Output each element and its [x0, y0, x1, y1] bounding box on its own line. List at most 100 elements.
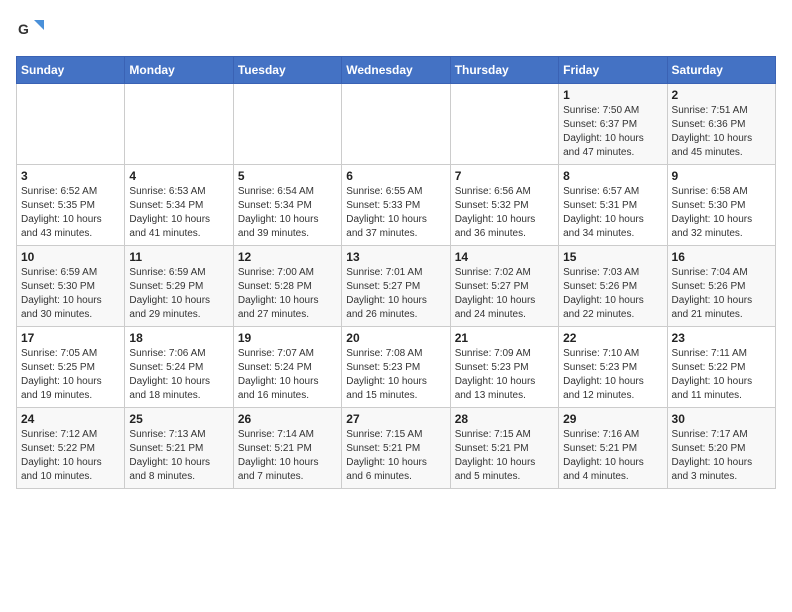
day-number: 28	[455, 412, 554, 426]
day-info: Sunrise: 7:13 AM Sunset: 5:21 PM Dayligh…	[129, 428, 228, 484]
day-info: Sunrise: 6:56 AM Sunset: 5:32 PM Dayligh…	[455, 185, 554, 241]
day-info: Sunrise: 7:06 AM Sunset: 5:24 PM Dayligh…	[129, 347, 228, 403]
day-cell: 24 Sunrise: 7:12 AM Sunset: 5:22 PM Dayli…	[17, 408, 125, 489]
day-cell: 26 Sunrise: 7:14 AM Sunset: 5:21 PM Dayli…	[233, 408, 341, 489]
day-info: Sunrise: 7:08 AM Sunset: 5:23 PM Dayligh…	[346, 347, 445, 403]
day-cell: 8 Sunrise: 6:57 AM Sunset: 5:31 PM Daylig…	[559, 165, 667, 246]
day-cell	[450, 84, 558, 165]
day-cell: 11 Sunrise: 6:59 AM Sunset: 5:29 PM Dayli…	[125, 246, 233, 327]
day-number: 16	[672, 250, 771, 264]
day-info: Sunrise: 6:53 AM Sunset: 5:34 PM Dayligh…	[129, 185, 228, 241]
logo: G	[16, 16, 48, 44]
day-number: 22	[563, 331, 662, 345]
day-info: Sunrise: 7:51 AM Sunset: 6:36 PM Dayligh…	[672, 104, 771, 160]
day-info: Sunrise: 7:02 AM Sunset: 5:27 PM Dayligh…	[455, 266, 554, 322]
day-info: Sunrise: 7:05 AM Sunset: 5:25 PM Dayligh…	[21, 347, 120, 403]
day-cell: 13 Sunrise: 7:01 AM Sunset: 5:27 PM Dayli…	[342, 246, 450, 327]
day-cell: 10 Sunrise: 6:59 AM Sunset: 5:30 PM Dayli…	[17, 246, 125, 327]
day-info: Sunrise: 6:54 AM Sunset: 5:34 PM Dayligh…	[238, 185, 337, 241]
day-info: Sunrise: 6:57 AM Sunset: 5:31 PM Dayligh…	[563, 185, 662, 241]
day-number: 12	[238, 250, 337, 264]
day-cell: 6Sunrise: 6:55 AM Sunset: 5:33 PM Daylig…	[342, 165, 450, 246]
day-number: 30	[672, 412, 771, 426]
day-info: Sunrise: 7:14 AM Sunset: 5:21 PM Dayligh…	[238, 428, 337, 484]
day-cell: 28 Sunrise: 7:15 AM Sunset: 5:21 PM Dayli…	[450, 408, 558, 489]
day-number: 10	[21, 250, 120, 264]
day-cell	[17, 84, 125, 165]
day-cell: 29 Sunrise: 7:16 AM Sunset: 5:21 PM Dayli…	[559, 408, 667, 489]
day-header-monday: Monday	[125, 57, 233, 84]
day-header-thursday: Thursday	[450, 57, 558, 84]
day-number: 2	[672, 88, 771, 102]
day-number: 26	[238, 412, 337, 426]
day-cell: 4 Sunrise: 6:53 AM Sunset: 5:34 PM Daylig…	[125, 165, 233, 246]
day-info: Sunrise: 7:12 AM Sunset: 5:22 PM Dayligh…	[21, 428, 120, 484]
day-cell: 7Sunrise: 6:56 AM Sunset: 5:32 PM Daylig…	[450, 165, 558, 246]
day-cell: 22 Sunrise: 7:10 AM Sunset: 5:23 PM Dayli…	[559, 327, 667, 408]
day-number: 15	[563, 250, 662, 264]
day-info: Sunrise: 7:15 AM Sunset: 5:21 PM Dayligh…	[346, 428, 445, 484]
week-row-5: 24 Sunrise: 7:12 AM Sunset: 5:22 PM Dayli…	[17, 408, 776, 489]
day-number: 23	[672, 331, 771, 345]
day-cell: 16 Sunrise: 7:04 AM Sunset: 5:26 PM Dayli…	[667, 246, 775, 327]
day-info: Sunrise: 6:58 AM Sunset: 5:30 PM Dayligh…	[672, 185, 771, 241]
week-row-2: 3Sunrise: 6:52 AM Sunset: 5:35 PM Daylig…	[17, 165, 776, 246]
day-info: Sunrise: 6:55 AM Sunset: 5:33 PM Dayligh…	[346, 185, 445, 241]
day-cell: 25 Sunrise: 7:13 AM Sunset: 5:21 PM Dayli…	[125, 408, 233, 489]
day-cell: 23 Sunrise: 7:11 AM Sunset: 5:22 PM Dayli…	[667, 327, 775, 408]
day-number: 4	[129, 169, 228, 183]
day-number: 25	[129, 412, 228, 426]
day-number: 13	[346, 250, 445, 264]
day-info: Sunrise: 7:16 AM Sunset: 5:21 PM Dayligh…	[563, 428, 662, 484]
day-info: Sunrise: 7:17 AM Sunset: 5:20 PM Dayligh…	[672, 428, 771, 484]
day-header-friday: Friday	[559, 57, 667, 84]
day-info: Sunrise: 7:07 AM Sunset: 5:24 PM Dayligh…	[238, 347, 337, 403]
week-row-3: 10 Sunrise: 6:59 AM Sunset: 5:30 PM Dayli…	[17, 246, 776, 327]
day-cell	[233, 84, 341, 165]
day-number: 11	[129, 250, 228, 264]
day-info: Sunrise: 7:03 AM Sunset: 5:26 PM Dayligh…	[563, 266, 662, 322]
day-cell	[342, 84, 450, 165]
calendar-header: SundayMondayTuesdayWednesdayThursdayFrid…	[17, 57, 776, 84]
day-number: 29	[563, 412, 662, 426]
day-number: 1	[563, 88, 662, 102]
day-info: Sunrise: 7:01 AM Sunset: 5:27 PM Dayligh…	[346, 266, 445, 322]
day-cell: 27 Sunrise: 7:15 AM Sunset: 5:21 PM Dayli…	[342, 408, 450, 489]
day-cell: 2 Sunrise: 7:51 AM Sunset: 6:36 PM Daylig…	[667, 84, 775, 165]
day-header-wednesday: Wednesday	[342, 57, 450, 84]
day-number: 14	[455, 250, 554, 264]
day-number: 9	[672, 169, 771, 183]
day-cell: 1 Sunrise: 7:50 AM Sunset: 6:37 PM Daylig…	[559, 84, 667, 165]
day-cell: 21 Sunrise: 7:09 AM Sunset: 5:23 PM Dayli…	[450, 327, 558, 408]
day-info: Sunrise: 6:59 AM Sunset: 5:29 PM Dayligh…	[129, 266, 228, 322]
day-number: 24	[21, 412, 120, 426]
day-number: 5	[238, 169, 337, 183]
day-number: 20	[346, 331, 445, 345]
day-number: 27	[346, 412, 445, 426]
day-info: Sunrise: 6:59 AM Sunset: 5:30 PM Dayligh…	[21, 266, 120, 322]
day-cell: 5 Sunrise: 6:54 AM Sunset: 5:34 PM Daylig…	[233, 165, 341, 246]
day-number: 18	[129, 331, 228, 345]
day-info: Sunrise: 7:50 AM Sunset: 6:37 PM Dayligh…	[563, 104, 662, 160]
day-cell: 14 Sunrise: 7:02 AM Sunset: 5:27 PM Dayli…	[450, 246, 558, 327]
header-row: SundayMondayTuesdayWednesdayThursdayFrid…	[17, 57, 776, 84]
day-info: Sunrise: 7:10 AM Sunset: 5:23 PM Dayligh…	[563, 347, 662, 403]
day-info: Sunrise: 7:15 AM Sunset: 5:21 PM Dayligh…	[455, 428, 554, 484]
header: G	[16, 16, 776, 44]
day-cell	[125, 84, 233, 165]
day-number: 8	[563, 169, 662, 183]
day-number: 17	[21, 331, 120, 345]
day-cell: 18 Sunrise: 7:06 AM Sunset: 5:24 PM Dayli…	[125, 327, 233, 408]
day-info: Sunrise: 7:04 AM Sunset: 5:26 PM Dayligh…	[672, 266, 771, 322]
day-cell: 9 Sunrise: 6:58 AM Sunset: 5:30 PM Daylig…	[667, 165, 775, 246]
day-header-sunday: Sunday	[17, 57, 125, 84]
week-row-1: 1 Sunrise: 7:50 AM Sunset: 6:37 PM Daylig…	[17, 84, 776, 165]
week-row-4: 17 Sunrise: 7:05 AM Sunset: 5:25 PM Dayli…	[17, 327, 776, 408]
day-number: 19	[238, 331, 337, 345]
calendar-body: 1 Sunrise: 7:50 AM Sunset: 6:37 PM Daylig…	[17, 84, 776, 489]
day-cell: 3Sunrise: 6:52 AM Sunset: 5:35 PM Daylig…	[17, 165, 125, 246]
day-info: Sunrise: 7:11 AM Sunset: 5:22 PM Dayligh…	[672, 347, 771, 403]
svg-text:G: G	[18, 21, 29, 37]
day-number: 21	[455, 331, 554, 345]
day-info: Sunrise: 7:09 AM Sunset: 5:23 PM Dayligh…	[455, 347, 554, 403]
